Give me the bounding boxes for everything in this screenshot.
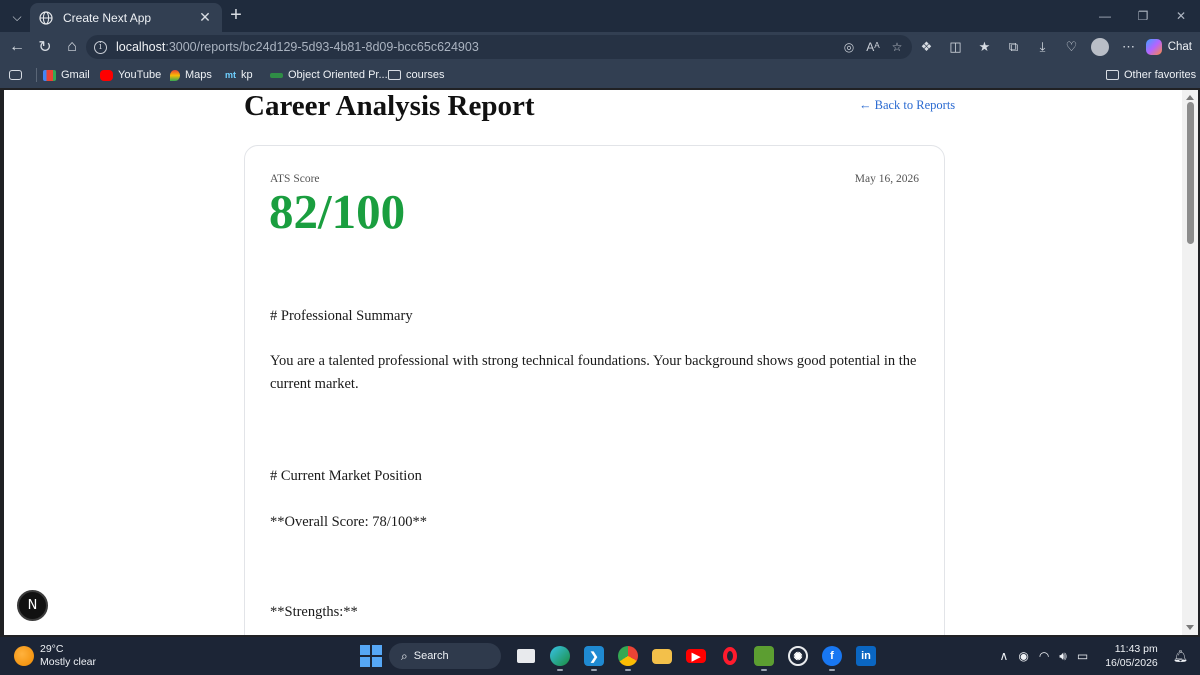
task-view-icon[interactable] [509, 641, 543, 671]
file-explorer-icon[interactable] [645, 641, 679, 671]
favorites-icon[interactable]: ★ [970, 36, 999, 58]
close-tab-icon[interactable]: ✕ [196, 9, 214, 26]
wifi-icon[interactable]: ◠ [1039, 649, 1049, 663]
folder-icon [388, 70, 401, 80]
url-text: localhost:3000/reports/bc24d129-5d93-4b8… [116, 40, 479, 54]
read-aloud-icon[interactable]: Aᴬ [864, 38, 882, 56]
page-viewport: Career Analysis Report ← Back to Reports… [4, 90, 1182, 635]
browser-toolbar: ← ↻ ⌂ i localhost:3000/reports/bc24d129-… [0, 32, 1200, 62]
tracking-prevention-icon[interactable]: ◎ [840, 38, 858, 56]
bookmarks-bar: Gmail YouTube Maps mt kp Object Oriented… [0, 62, 1200, 88]
professional-summary-text: You are a talented professional with str… [270, 353, 917, 392]
section-heading-professional-summary: # Professional Summary [270, 308, 413, 324]
date: 16/05/2026 [1105, 657, 1158, 669]
report-card: ATS Score May 16, 2026 82/100 # Professi… [244, 145, 945, 635]
overall-score-text: **Overall Score: 78/100** [270, 514, 428, 530]
page-scrollbar[interactable] [1182, 90, 1198, 635]
tray-app-icon[interactable]: ◉ [1018, 649, 1028, 663]
vscode-icon[interactable]: ❯ [577, 641, 611, 671]
nextjs-dev-indicator[interactable]: N [17, 590, 48, 621]
bookmark-kp[interactable]: mt kp [225, 68, 253, 82]
tab-title: Create Next App [63, 10, 152, 25]
notification-bell-icon[interactable]: 🔔︎ [1173, 649, 1188, 663]
new-tab-plus-icon[interactable]: + [226, 5, 246, 25]
ats-score-value: 82/100 [269, 184, 406, 239]
favorite-star-icon[interactable]: ☆ [888, 38, 906, 56]
folder-icon [1106, 70, 1119, 80]
maps-pin-icon [170, 69, 180, 81]
search-icon: ⌕ [401, 648, 408, 663]
mt-favicon-icon: mt [225, 70, 236, 80]
strengths-heading: **Strengths:** [270, 604, 358, 620]
windows-taskbar: 29°C Mostly clear ⌕ Search ❯ ▶ ✺ f in ∧ … [0, 637, 1200, 675]
chat-label: Chat [1167, 41, 1192, 53]
back-to-reports-link[interactable]: ← Back to Reports [859, 98, 955, 113]
section-heading-market-position: # Current Market Position [270, 468, 422, 484]
bookmark-gmail[interactable]: Gmail [43, 68, 90, 82]
edge-icon[interactable] [543, 641, 577, 671]
restore-icon[interactable]: ❐ [1124, 0, 1162, 32]
bookmark-separator [36, 68, 37, 82]
scroll-up-arrow-icon[interactable] [1186, 95, 1194, 100]
home-icon[interactable]: ⌂ [61, 36, 83, 58]
page-title: Career Analysis Report [244, 90, 535, 122]
temperature: 29°C [40, 643, 64, 655]
globe-icon [38, 10, 54, 26]
gmail-icon [43, 69, 56, 81]
copilot-chat-button[interactable]: Chat [1145, 36, 1192, 58]
back-arrow-icon[interactable]: ← [6, 36, 28, 58]
linkedin-icon[interactable]: in [849, 641, 883, 671]
weather-widget[interactable]: 29°C Mostly clear [14, 643, 96, 669]
split-screen-icon[interactable]: ◫ [941, 36, 970, 58]
address-bar[interactable]: i localhost:3000/reports/bc24d129-5d93-4… [86, 35, 912, 59]
bookmark-bar-toggle-icon[interactable] [9, 68, 22, 82]
system-tray: ∧ ◉ ◠ 🔊︎ ▭ 11:43 pm 16/05/2026 🔔︎ [995, 637, 1200, 675]
gfg-favicon-icon [270, 72, 283, 78]
battery-icon[interactable]: ▭ [1077, 649, 1088, 663]
opera-icon[interactable] [713, 641, 747, 671]
profile-avatar[interactable] [1091, 38, 1109, 56]
bookmark-maps[interactable]: Maps [170, 68, 212, 82]
browser-essentials-icon[interactable]: ♡ [1057, 36, 1086, 58]
browser-tab[interactable]: Create Next App ✕ [30, 3, 222, 32]
tab-actions-chevron-icon[interactable]: ⌵ [6, 6, 28, 28]
downloads-icon[interactable]: ⤓ [1028, 36, 1057, 58]
scrollbar-thumb[interactable] [1187, 102, 1194, 244]
time: 11:43 pm [1114, 643, 1158, 655]
tab-strip: ⌵ Create Next App ✕ + — ❐ ✕ [0, 0, 1200, 32]
extensions-icon[interactable]: ❖ [912, 36, 941, 58]
chevron-up-icon[interactable]: ∧ [1000, 649, 1009, 663]
chatgpt-icon[interactable]: ✺ [781, 641, 815, 671]
weather-sun-icon [14, 646, 34, 666]
volume-icon[interactable]: 🔊︎ [1059, 649, 1067, 664]
windows-start-icon[interactable] [360, 645, 382, 667]
scroll-down-arrow-icon[interactable] [1186, 625, 1194, 630]
taskbar-apps: ⌕ Search ❯ ▶ ✺ f in [357, 641, 883, 671]
site-info-icon[interactable]: i [94, 40, 107, 54]
more-menu-icon[interactable]: ⋯ [1114, 36, 1143, 58]
refresh-icon[interactable]: ↻ [34, 36, 56, 58]
taskbar-search[interactable]: ⌕ Search [389, 643, 501, 669]
youtube-app-icon[interactable]: ▶ [679, 641, 713, 671]
other-favorites[interactable]: Other favorites [1106, 68, 1196, 82]
minimize-icon[interactable]: — [1086, 0, 1124, 32]
facebook-icon[interactable]: f [815, 641, 849, 671]
bookmark-folder-courses[interactable]: courses [388, 68, 445, 82]
clock[interactable]: 11:43 pm 16/05/2026 [1105, 642, 1158, 670]
weather-condition: Mostly clear [40, 656, 97, 668]
bookmark-object-oriented[interactable]: Object Oriented Pr... [270, 68, 388, 82]
report-date: May 16, 2026 [854, 173, 919, 185]
close-window-icon[interactable]: ✕ [1162, 0, 1200, 32]
collections-icon[interactable]: ⧉ [999, 36, 1028, 58]
minecraft-icon[interactable] [747, 641, 781, 671]
chrome-icon[interactable] [611, 641, 645, 671]
youtube-icon [100, 69, 113, 81]
bookmark-youtube[interactable]: YouTube [100, 68, 161, 82]
copilot-icon [1145, 39, 1162, 55]
